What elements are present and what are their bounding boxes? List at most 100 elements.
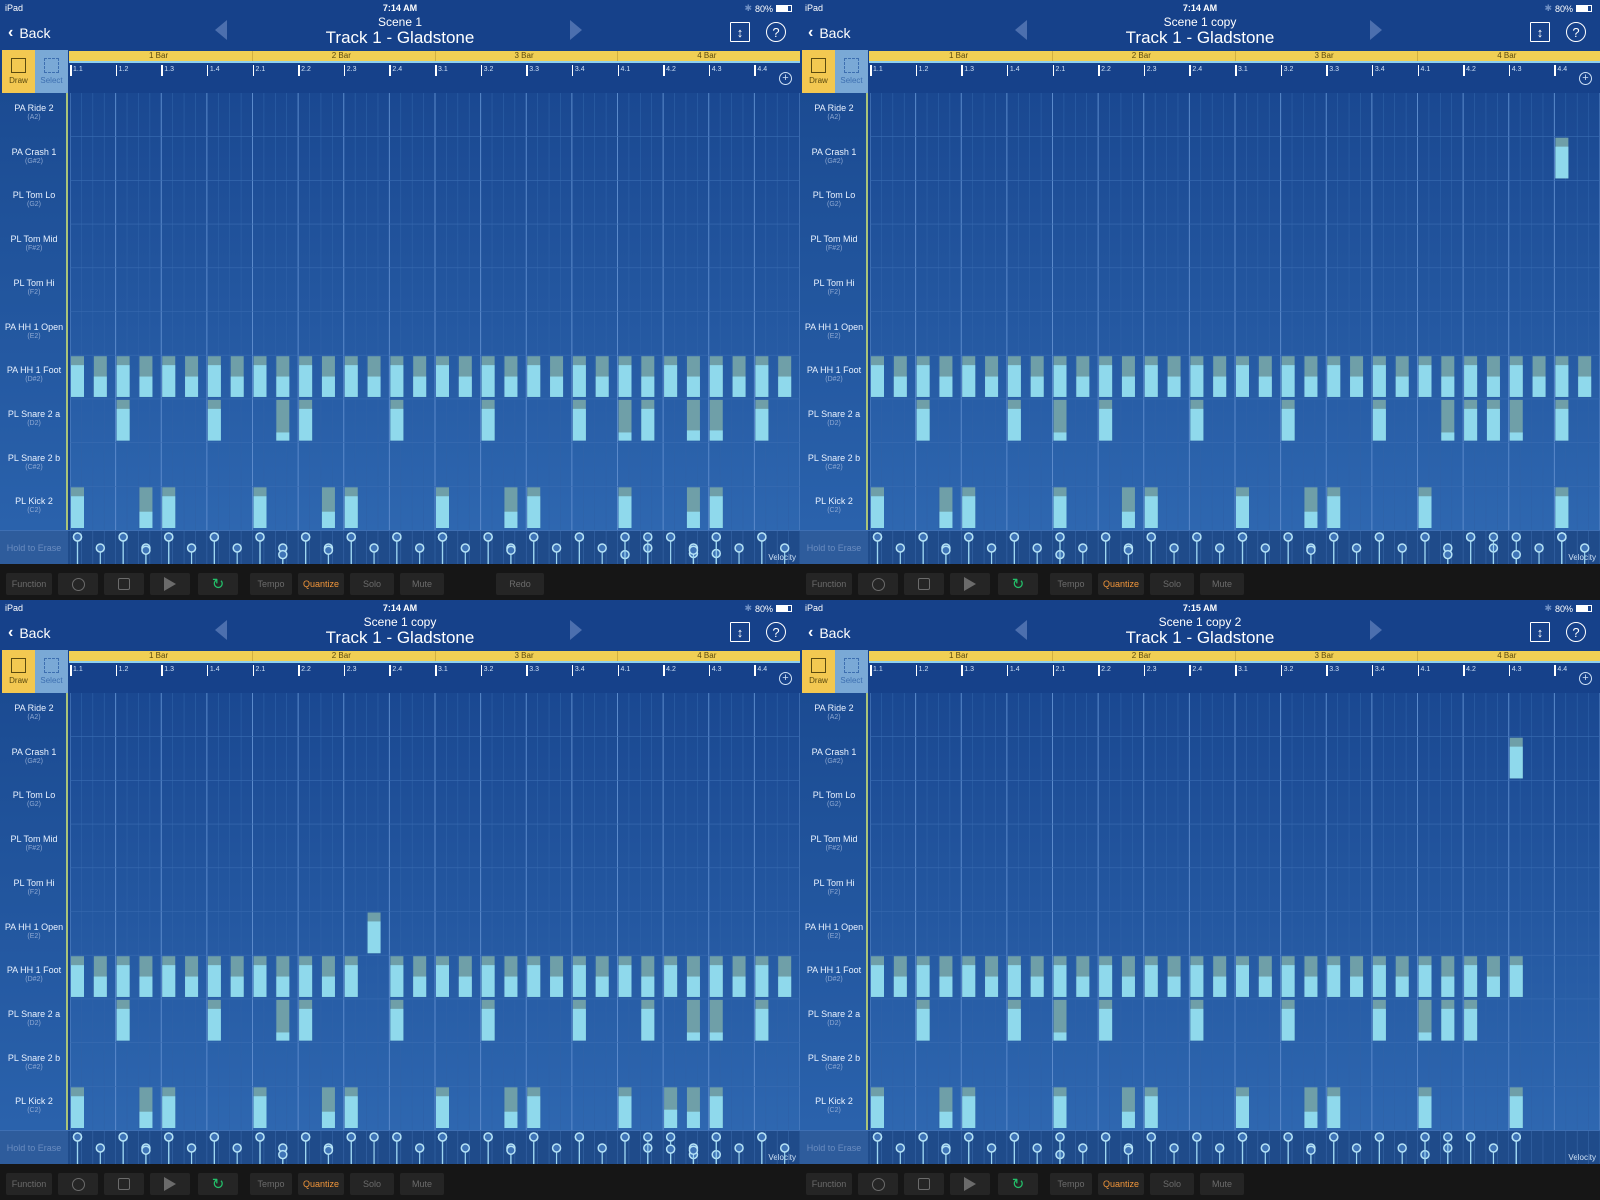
note-kick[interactable] <box>1304 487 1318 528</box>
note-hh-foot[interactable] <box>893 956 907 997</box>
note-grid-canvas[interactable] <box>870 93 1600 530</box>
note-hh-foot[interactable] <box>1213 956 1227 997</box>
velocity-handle[interactable] <box>323 1145 334 1155</box>
solo-button[interactable]: Solo <box>1150 573 1194 595</box>
velocity-handle[interactable] <box>711 532 721 542</box>
next-scene-button[interactable] <box>570 620 582 640</box>
note-kick[interactable] <box>527 487 541 528</box>
note-hh-foot[interactable] <box>1258 956 1272 997</box>
note-hh-foot[interactable] <box>732 356 746 397</box>
instrument-row-label[interactable]: PA HH 1 Open (E2) <box>800 312 868 356</box>
instrument-row-label[interactable]: PL Snare 2 b (C#2) <box>800 1043 868 1087</box>
note-snare-a[interactable] <box>641 999 655 1041</box>
note-kick[interactable] <box>962 1087 976 1128</box>
velocity-handle[interactable] <box>597 1143 607 1153</box>
instrument-row-label[interactable]: PL Tom Lo (G2) <box>800 780 868 824</box>
beat-ruler[interactable]: 1.1 1.2 1.3 1.4 2.1 2.2 2.3 2.4 3.1 3.2 3.3 3.4 4.1 4… <box>869 661 1600 693</box>
velocity-handle[interactable] <box>551 543 562 553</box>
velocity-handle[interactable] <box>734 1143 744 1153</box>
velocity-handle[interactable] <box>941 545 951 555</box>
velocity-handle[interactable] <box>72 1132 83 1142</box>
velocity-handle[interactable] <box>232 543 242 553</box>
note-snare-a[interactable] <box>1099 399 1113 441</box>
note-hh-foot[interactable] <box>413 956 427 997</box>
instrument-row-label[interactable]: PL Kick 2 (C2) <box>800 486 868 530</box>
note-hh-foot[interactable] <box>664 356 678 397</box>
stop-button[interactable] <box>104 573 144 595</box>
note-hh-foot[interactable] <box>344 956 358 997</box>
note-hh-foot[interactable] <box>390 956 404 997</box>
velocity-handle[interactable] <box>895 1143 906 1153</box>
select-tool-button[interactable]: Select <box>835 650 868 693</box>
instrument-row-label[interactable]: PL Snare 2 a (D2) <box>0 399 68 443</box>
note-kick[interactable] <box>139 487 153 528</box>
note-hh-foot[interactable] <box>962 356 976 397</box>
note-grid[interactable] <box>70 693 800 1130</box>
instrument-row-label[interactable]: PL Tom Lo (G2) <box>0 180 68 224</box>
mute-button[interactable]: Mute <box>400 573 444 595</box>
note-hh-foot[interactable] <box>1532 356 1546 397</box>
note-grid-canvas[interactable] <box>70 93 800 530</box>
velocity-handle[interactable] <box>1009 532 1020 542</box>
note-hh-foot[interactable] <box>253 956 267 997</box>
note-kick[interactable] <box>1236 1087 1249 1128</box>
note-crash[interactable] <box>1509 737 1523 779</box>
instrument-row-label[interactable]: PA HH 1 Open (E2) <box>0 312 68 356</box>
note-hh-foot[interactable] <box>1304 956 1318 997</box>
note-kick[interactable] <box>71 1087 84 1128</box>
velocity-handle[interactable] <box>506 545 516 555</box>
note-hh-foot[interactable] <box>139 356 153 397</box>
note-snare-a[interactable] <box>1099 999 1113 1041</box>
note-hh-foot[interactable] <box>1167 956 1181 997</box>
note-hh-foot[interactable] <box>618 356 632 397</box>
note-grid-canvas[interactable] <box>870 693 1600 1130</box>
note-hh-foot[interactable] <box>778 956 792 997</box>
note-hh-foot[interactable] <box>916 956 930 997</box>
velocity-handle[interactable] <box>757 532 767 542</box>
note-hh-foot[interactable] <box>481 956 495 997</box>
note-kick[interactable] <box>871 1087 884 1128</box>
note-kick[interactable] <box>1144 1087 1158 1128</box>
note-hh-foot[interactable] <box>641 356 655 397</box>
velocity-handle[interactable] <box>529 532 539 542</box>
note-hh-foot[interactable] <box>230 956 244 997</box>
velocity-canvas[interactable] <box>70 531 800 565</box>
velocity-handle[interactable] <box>551 1143 562 1153</box>
note-hh-foot[interactable] <box>71 956 84 997</box>
note-snare-a[interactable] <box>618 399 632 441</box>
velocity-handle[interactable] <box>1100 532 1111 542</box>
note-hh-foot[interactable] <box>709 356 723 397</box>
note-snare-a[interactable] <box>572 999 586 1041</box>
velocity-handle[interactable] <box>232 1143 242 1153</box>
note-hh-foot[interactable] <box>755 956 769 997</box>
note-hh-foot[interactable] <box>162 356 176 397</box>
tempo-button[interactable]: Tempo <box>250 1173 292 1195</box>
note-hh-foot[interactable] <box>755 356 769 397</box>
next-scene-button[interactable] <box>570 20 582 40</box>
note-hh-foot[interactable] <box>1190 956 1204 997</box>
instrument-row-label[interactable]: PL Kick 2 (C2) <box>0 1086 68 1130</box>
note-hh-foot[interactable] <box>162 956 176 997</box>
note-hh-foot[interactable] <box>1578 356 1592 397</box>
velocity-handle[interactable] <box>643 1132 653 1142</box>
note-hh-foot[interactable] <box>276 356 290 397</box>
velocity-handle[interactable] <box>437 532 448 542</box>
velocity-handle[interactable] <box>323 545 334 555</box>
velocity-handle[interactable] <box>688 1145 699 1155</box>
note-hh-foot[interactable] <box>93 956 107 997</box>
note-hh-foot[interactable] <box>595 956 609 997</box>
instrument-row-label[interactable]: PL Snare 2 a (D2) <box>800 999 868 1043</box>
velocity-handle[interactable] <box>1329 1132 1339 1142</box>
velocity-handle[interactable] <box>895 543 906 553</box>
note-snare-a[interactable] <box>1464 999 1478 1041</box>
note-crash[interactable] <box>1555 137 1569 179</box>
velocity-handle[interactable] <box>1237 532 1248 542</box>
velocity-handle[interactable] <box>1283 1132 1293 1142</box>
velocity-handle[interactable] <box>1100 1132 1111 1142</box>
note-kick[interactable] <box>1144 487 1158 528</box>
draw-tool-button[interactable]: Draw <box>2 50 35 93</box>
note-hh-foot[interactable] <box>413 356 427 397</box>
resize-vertical-icon[interactable]: ↕ <box>730 22 750 42</box>
velocity-handle[interactable] <box>460 1143 471 1153</box>
note-kick[interactable] <box>1509 1087 1523 1128</box>
